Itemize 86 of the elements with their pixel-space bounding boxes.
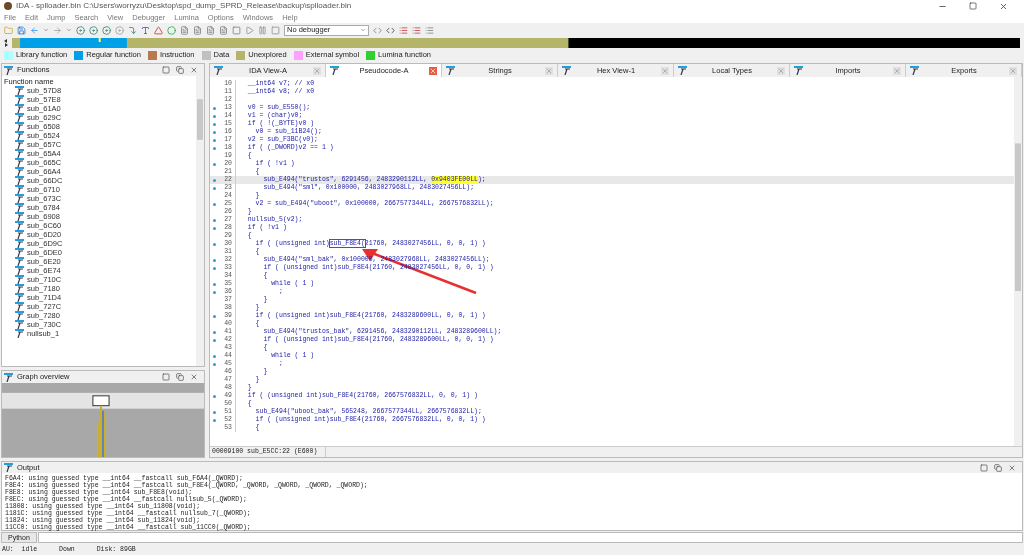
- function-icon: [15, 158, 24, 167]
- function-icon: [214, 66, 223, 75]
- function-icon: [15, 167, 24, 176]
- folder-icon[interactable]: [4, 25, 13, 35]
- navigation-band[interactable]: [12, 38, 1020, 48]
- command-input-field[interactable]: [37, 532, 1023, 543]
- play-icon[interactable]: [245, 25, 254, 35]
- function-icon: [15, 230, 24, 239]
- disc-icon[interactable]: [115, 25, 124, 35]
- function-icon: [910, 66, 919, 75]
- function-icon: [562, 66, 571, 75]
- function-icon: [15, 329, 24, 338]
- maximize-icon[interactable]: [162, 373, 170, 381]
- function-icon: [15, 86, 24, 95]
- function-icon: [794, 66, 803, 75]
- function-icon: [15, 221, 24, 230]
- caret-icon[interactable]: [66, 27, 72, 33]
- scrollbar[interactable]: [196, 76, 204, 366]
- close-icon[interactable]: [190, 373, 198, 381]
- maximize-icon[interactable]: [969, 2, 977, 10]
- maximize-icon[interactable]: [162, 66, 170, 74]
- close-icon[interactable]: [999, 1, 1008, 11]
- function-icon: [15, 104, 24, 113]
- close-icon[interactable]: [190, 66, 198, 74]
- function-icon: [4, 463, 13, 473]
- down-turn-arrow-icon[interactable]: [128, 25, 137, 35]
- forward-arrow-icon[interactable]: [53, 25, 62, 35]
- window-title: IDA - splloader.bin C:\Users\worryzu\Desktop\spd_dump_SPRD_Release\backup\splloader.bin: [16, 0, 352, 12]
- function-icon: [15, 203, 24, 212]
- close-icon[interactable]: [1008, 463, 1016, 472]
- list-icon[interactable]: [425, 25, 434, 35]
- save-icon[interactable]: [17, 25, 26, 35]
- scrollbar[interactable]: [1014, 77, 1022, 446]
- function-icon: [15, 176, 24, 185]
- function-icon: [15, 284, 24, 293]
- disc-icon[interactable]: [89, 25, 98, 35]
- function-icon: [15, 113, 24, 122]
- function-icon: [15, 95, 24, 104]
- restore-icon[interactable]: [176, 373, 184, 381]
- function-icon: [15, 311, 24, 320]
- function-icon: [15, 302, 24, 311]
- function-icon: [15, 275, 24, 284]
- caret-icon[interactable]: [43, 27, 49, 33]
- document-icon[interactable]: [193, 25, 202, 35]
- function-icon: [678, 66, 687, 75]
- back-arrow-icon[interactable]: [30, 25, 39, 35]
- code-icon[interactable]: [373, 25, 382, 35]
- maximize-icon[interactable]: [980, 463, 988, 472]
- pause-icon[interactable]: [258, 25, 267, 35]
- function-icon: [15, 239, 24, 248]
- code-icon[interactable]: [386, 25, 395, 35]
- caret-icon: [360, 27, 366, 33]
- function-icon: [15, 320, 24, 329]
- restore-icon[interactable]: [176, 66, 184, 74]
- restore-icon[interactable]: [994, 463, 1002, 472]
- circle-icon[interactable]: [167, 25, 176, 35]
- app-icon: [4, 2, 12, 10]
- function-icon: [4, 65, 13, 75]
- function-icon: [15, 266, 24, 275]
- triangle-icon[interactable]: [154, 25, 163, 35]
- function-icon: [15, 122, 24, 131]
- function-icon: [330, 66, 339, 75]
- function-icon: [15, 131, 24, 140]
- function-icon: [15, 257, 24, 266]
- close-icon[interactable]: [429, 66, 437, 75]
- type-icon[interactable]: [141, 25, 150, 35]
- document-icon[interactable]: [219, 25, 228, 35]
- function-icon: [15, 248, 24, 257]
- square-icon[interactable]: [232, 25, 241, 35]
- function-icon: [15, 194, 24, 203]
- list-icon[interactable]: [399, 25, 408, 35]
- function-icon: [15, 293, 24, 302]
- function-icon: [15, 212, 24, 221]
- function-icon: [15, 140, 24, 149]
- stop-icon[interactable]: [271, 25, 280, 35]
- document-icon[interactable]: [206, 25, 215, 35]
- disc-icon[interactable]: [102, 25, 111, 35]
- function-icon: [4, 372, 13, 382]
- disc-icon[interactable]: [76, 25, 85, 35]
- function-icon: [15, 149, 24, 158]
- graph-overview-drawing[interactable]: [2, 383, 204, 457]
- list-icon[interactable]: [412, 25, 421, 35]
- function-icon: [446, 66, 455, 75]
- navigation-band-arrows-icon[interactable]: [4, 39, 8, 47]
- document-icon[interactable]: [180, 25, 189, 35]
- function-icon: [15, 185, 24, 194]
